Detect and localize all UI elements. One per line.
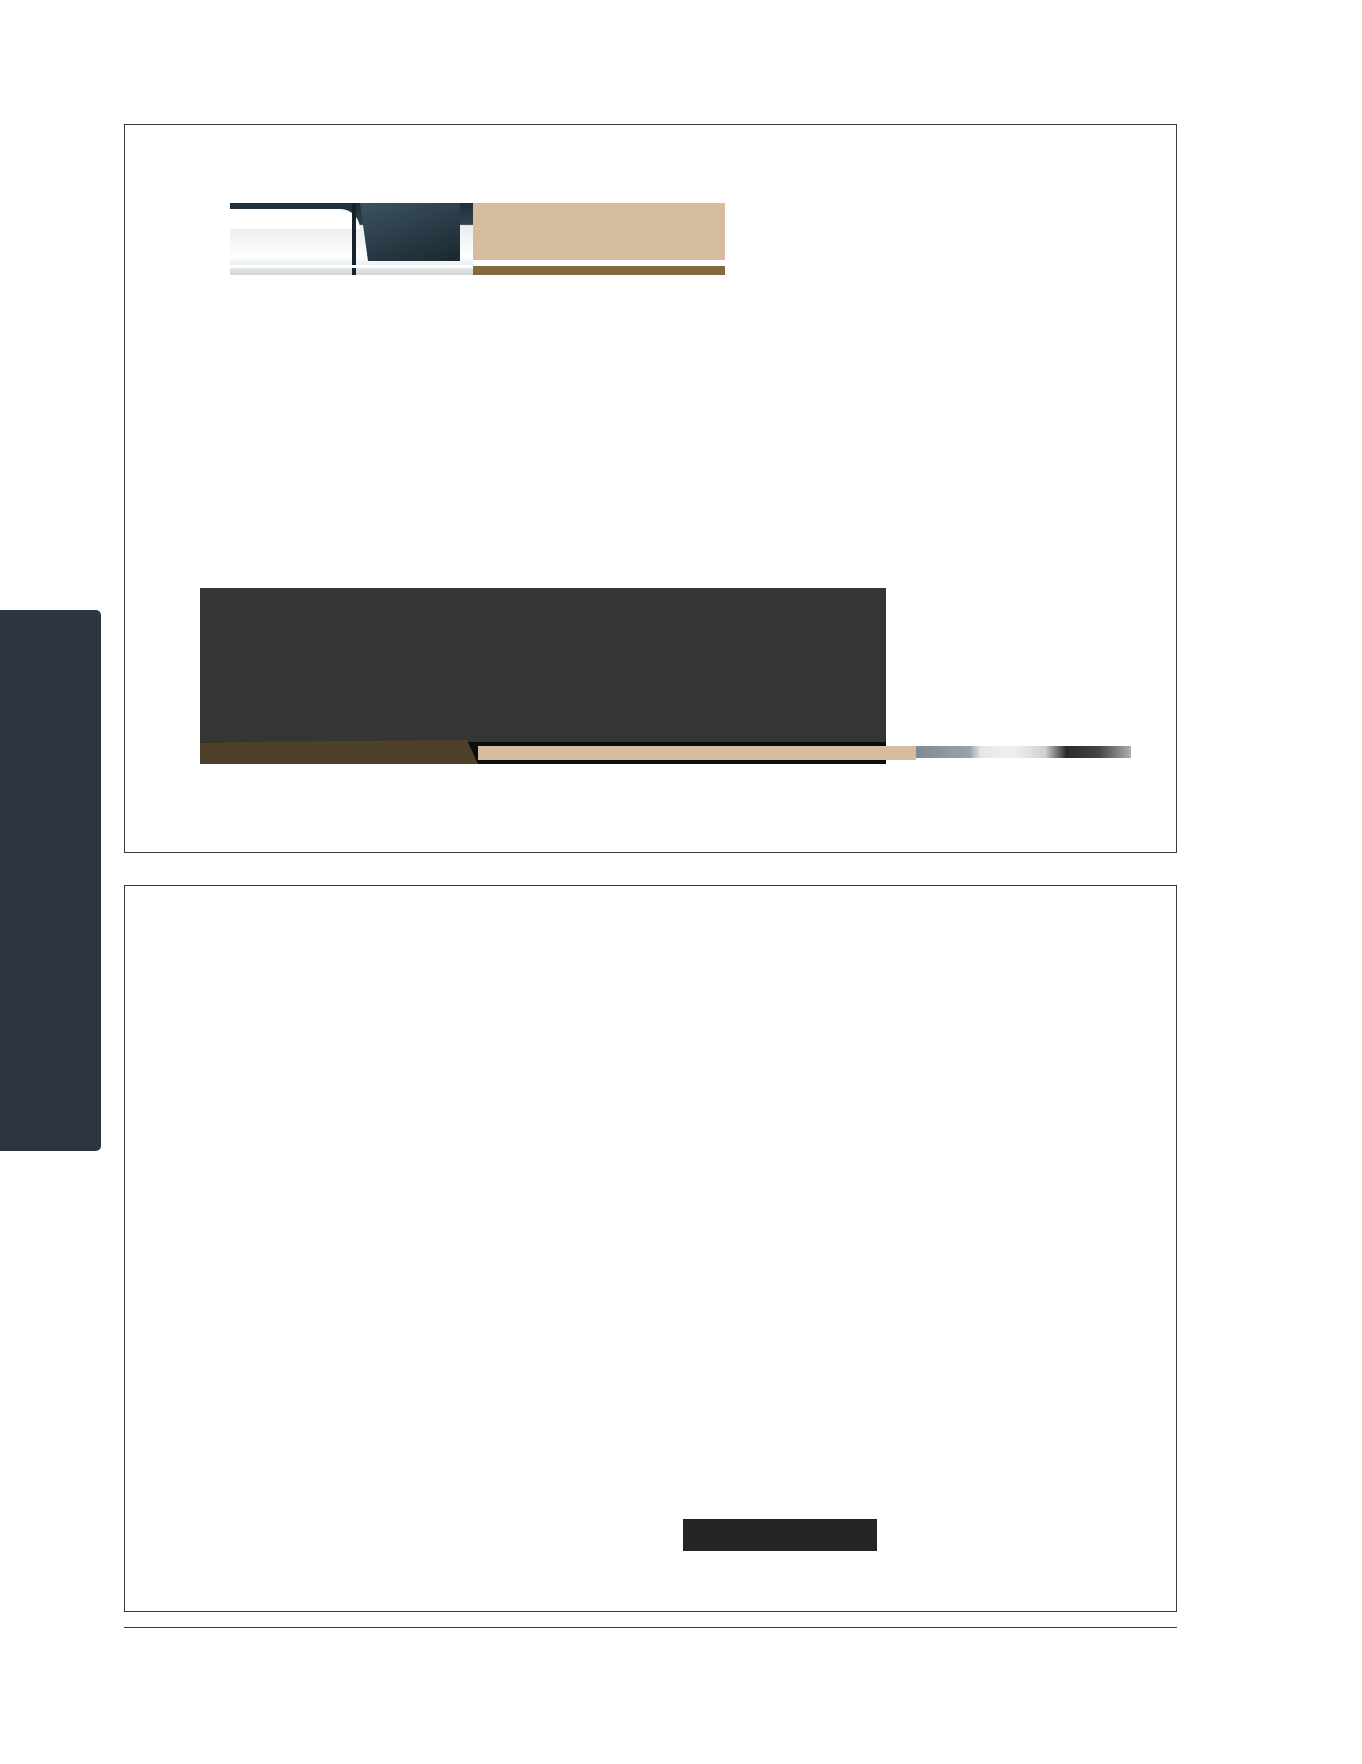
- side-chapter-tab: [0, 610, 101, 1151]
- tan-accent-bar: [478, 746, 916, 760]
- dark-button[interactable]: [683, 1519, 877, 1551]
- coach-bus-photo: [230, 203, 473, 275]
- slide-1: [124, 124, 1177, 853]
- panel-brown-strip: [200, 740, 478, 764]
- slide-2: [124, 885, 1177, 1612]
- banner-tan-block: [473, 203, 725, 260]
- footer-divider: [124, 1627, 1177, 1628]
- photo-strip: [916, 746, 1131, 758]
- header-banner: [230, 203, 725, 275]
- bus-roof: [230, 209, 360, 229]
- bus-stripe: [230, 265, 473, 268]
- banner-brown-rule: [473, 266, 725, 275]
- bus-windshield: [360, 203, 460, 261]
- dark-content-panel: [200, 588, 886, 764]
